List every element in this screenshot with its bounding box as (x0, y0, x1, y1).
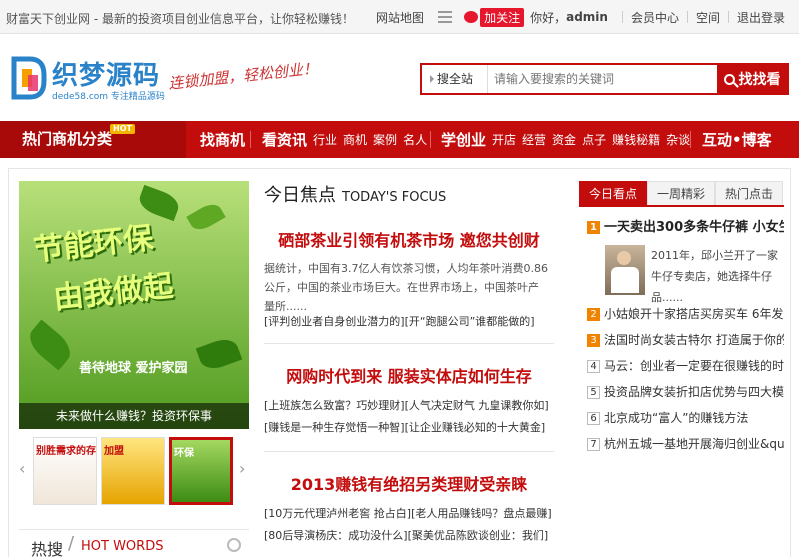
chevron-right-icon[interactable]: › (239, 459, 245, 478)
banner-thumbnail[interactable]: 加盟 (101, 437, 165, 505)
related-link[interactable]: [80后导演杨庆：成功没什么] (264, 529, 408, 542)
focus-heading: 今日焦点 TODAY'S FOCUS (264, 185, 447, 206)
banner-slider[interactable]: 节能环保 由我做起 善待地球 爱护家园 未来做什么赚钱？投资环保事 (19, 181, 249, 429)
search-scope-select[interactable]: 搜全站 (422, 65, 488, 93)
search-icon[interactable] (227, 538, 241, 552)
chevron-left-icon[interactable]: ‹ (19, 459, 25, 478)
member-center-link[interactable]: 会员中心 (625, 9, 685, 26)
list-item[interactable]: 3 法国时尚女装古特尔 打造属于你的 (587, 329, 784, 351)
tab-week[interactable]: 一周精彩 (647, 181, 715, 205)
related-link[interactable]: [让企业赚钱必知的十大黄金] (405, 421, 546, 434)
focus-story-title[interactable]: 2013赚钱有绝招另类理财受亲睐 (264, 471, 554, 495)
list-item[interactable]: 2 小姑娘开十家搭店买房买车 6年发展 (587, 303, 784, 325)
nav-learn-item[interactable]: 杂谈 (666, 131, 690, 148)
nav-learn-item[interactable]: 点子 (582, 131, 606, 148)
hot-badge: HOT (110, 124, 135, 134)
site-logo[interactable]: 织梦源码 dede58.com 专注精品源码 (10, 53, 165, 103)
logo-name: 织梦源码 (52, 61, 161, 91)
greeting-text: 你好， (530, 10, 567, 25)
tab-today[interactable]: 今日看点 (579, 181, 647, 205)
related-link[interactable]: [聚美优品陈欧谈创业：我们] (408, 529, 549, 542)
focus-story-links: [评判创业者自身创业潜力的][开“跑腿公司”谁都能做的] (264, 311, 554, 333)
related-link[interactable]: [赚钱是一种生存觉悟一种智] (264, 421, 405, 434)
related-link[interactable]: [开“跑腿公司”谁都能做的] (405, 315, 535, 328)
focus-story-title[interactable]: 网购时代到来 服装实体店如何生存 (264, 363, 554, 387)
nav-learn-item[interactable]: 赚钱秘籍 (612, 131, 660, 148)
banner-thumbnail-active[interactable]: 环保 (169, 437, 233, 505)
header: 织梦源码 dede58.com 专注精品源码 连锁加盟，轻松创业！ 搜全站 找找… (0, 35, 799, 121)
search-input[interactable] (488, 65, 717, 93)
ranking-panel: 今日看点 一周精彩 热门点击 1 一天卖出300多条牛仔裤 小女生 2011年，邱… (579, 181, 784, 557)
site-slogan: 财富天下创业网 - 最新的投资项目创业信息平台，让你轻松赚钱！ (6, 12, 354, 26)
today-focus: 今日焦点 TODAY'S FOCUS 硒部茶业引领有机茶市场 邀您共创财 据统计，… (264, 181, 554, 557)
nav-news[interactable]: 看资讯 (262, 129, 307, 150)
logo-subtitle: dede58.com 专注精品源码 (52, 92, 165, 102)
list-item[interactable]: 6 北京成功“富人”的赚钱方法 (587, 407, 784, 429)
top-links: 网站地图 加关注 你好， admin 会员中心 空间 退出登录 (370, 7, 791, 27)
featured-text: 2011年，邱小兰开了一家牛仔专卖店，她选择牛仔品...... (651, 249, 778, 304)
tab-hot-clicks[interactable]: 热门点击 (715, 181, 783, 205)
weibo-icon (464, 11, 479, 23)
nav-blog[interactable]: 互动•博客 (702, 121, 778, 158)
related-link[interactable]: [老人用品赚钱吗？盘点最赚] (411, 507, 552, 520)
nav-learn-item[interactable]: 资金 (552, 131, 576, 148)
hot-words-subtitle: HOT WORDS (81, 539, 164, 554)
logout-link[interactable]: 退出登录 (731, 9, 791, 26)
nav-news-item[interactable]: 商机 (343, 131, 367, 148)
nav-learn-group: 学创业 开店 经营 资金 点子 赚钱秘籍 杂谈 (441, 121, 696, 158)
logo-mark-icon (11, 56, 47, 100)
nav-learn-item[interactable]: 开店 (492, 131, 516, 148)
list-menu-icon[interactable] (438, 11, 453, 23)
hot-category-menu[interactable]: 热门商机分类 HOT (0, 121, 186, 158)
focus-story-title[interactable]: 硒部茶业引领有机茶市场 邀您共创财 (264, 227, 554, 251)
main-nav: 热门商机分类 HOT 找商机 看资讯 行业 商机 案例 名人 学创业 开店 经营 … (0, 121, 799, 158)
search-icon (723, 73, 735, 85)
related-link[interactable]: [评判创业者自身创业潜力的] (264, 315, 405, 328)
nav-learn[interactable]: 学创业 (441, 129, 486, 150)
search-button[interactable]: 找找看 (717, 65, 787, 93)
banner-caption[interactable]: 未来做什么赚钱？投资环保事 (19, 403, 249, 429)
header-tagline: 连锁加盟，轻松创业！ (167, 59, 319, 93)
list-item[interactable]: 4 马云：创业者一定要在很赚钱的时 (587, 355, 784, 377)
nav-learn-item[interactable]: 经营 (522, 131, 546, 148)
list-item[interactable]: 7 杭州五城一基地开展海归创业&quo (587, 433, 784, 455)
hot-words-title: 热搜 (31, 540, 64, 557)
space-link[interactable]: 空间 (690, 9, 726, 26)
list-item[interactable]: 5 投资品牌女装折扣店优势与四大模 (587, 381, 784, 403)
nav-news-item[interactable]: 案例 (373, 131, 397, 148)
list-item[interactable]: 1 一天卖出300多条牛仔裤 小女生 (587, 217, 784, 239)
follow-label: 加关注 (480, 7, 525, 27)
nav-find-biz[interactable]: 找商机 (200, 121, 251, 158)
triangle-right-icon (430, 75, 434, 83)
weibo-follow-button[interactable]: 加关注 (464, 7, 525, 27)
related-link[interactable]: [上班族怎么致富？巧妙理财] (264, 399, 405, 412)
banner-thumbnails: ‹ 别胜需求的存在 加盟 环保 › (19, 437, 249, 507)
content-area: 节能环保 由我做起 善待地球 爱护家园 未来做什么赚钱？投资环保事 ‹ 别胜需求… (8, 168, 791, 557)
related-link[interactable]: [10万元代理泸州老窖 抢占白] (264, 507, 411, 520)
search-bar: 搜全站 找找看 (420, 63, 789, 95)
nav-news-item[interactable]: 名人 (403, 131, 427, 148)
banner-slogan: 善待地球 爱护家园 (79, 361, 188, 376)
banner-thumbnail[interactable]: 别胜需求的存在 (33, 437, 97, 505)
featured-photo (605, 245, 645, 295)
nav-news-group: 看资讯 行业 商机 案例 名人 (262, 121, 433, 158)
ranking-tabs: 今日看点 一周精彩 热门点击 (579, 181, 784, 207)
related-link[interactable]: [人气决定财气 九皇课教你如] (405, 399, 549, 412)
sitemap-link[interactable]: 网站地图 (370, 9, 430, 26)
top-bar: 财富天下创业网 - 最新的投资项目创业信息平台，让你轻松赚钱！ 网站地图 加关注… (0, 0, 799, 34)
focus-story-links: [10万元代理泸州老窖 抢占白][老人用品赚钱吗？盘点最赚] [80后导演杨庆：… (264, 503, 554, 547)
username[interactable]: admin (566, 10, 608, 24)
featured-item[interactable]: 2011年，邱小兰开了一家牛仔专卖店，她选择牛仔品...... (605, 245, 784, 304)
nav-news-item[interactable]: 行业 (313, 131, 337, 148)
focus-story-links: [上班族怎么致富？巧妙理财][人气决定财气 九皇课教你如] [赚钱是一种生存觉悟… (264, 395, 554, 439)
hot-words-section: 热搜 / HOT WORDS (19, 529, 249, 557)
focus-story-summary: 据统计，中国有3.7亿人有饮茶习惯，人均年茶叶消费0.86公斤，中国的茶业市场巨… (264, 262, 548, 313)
